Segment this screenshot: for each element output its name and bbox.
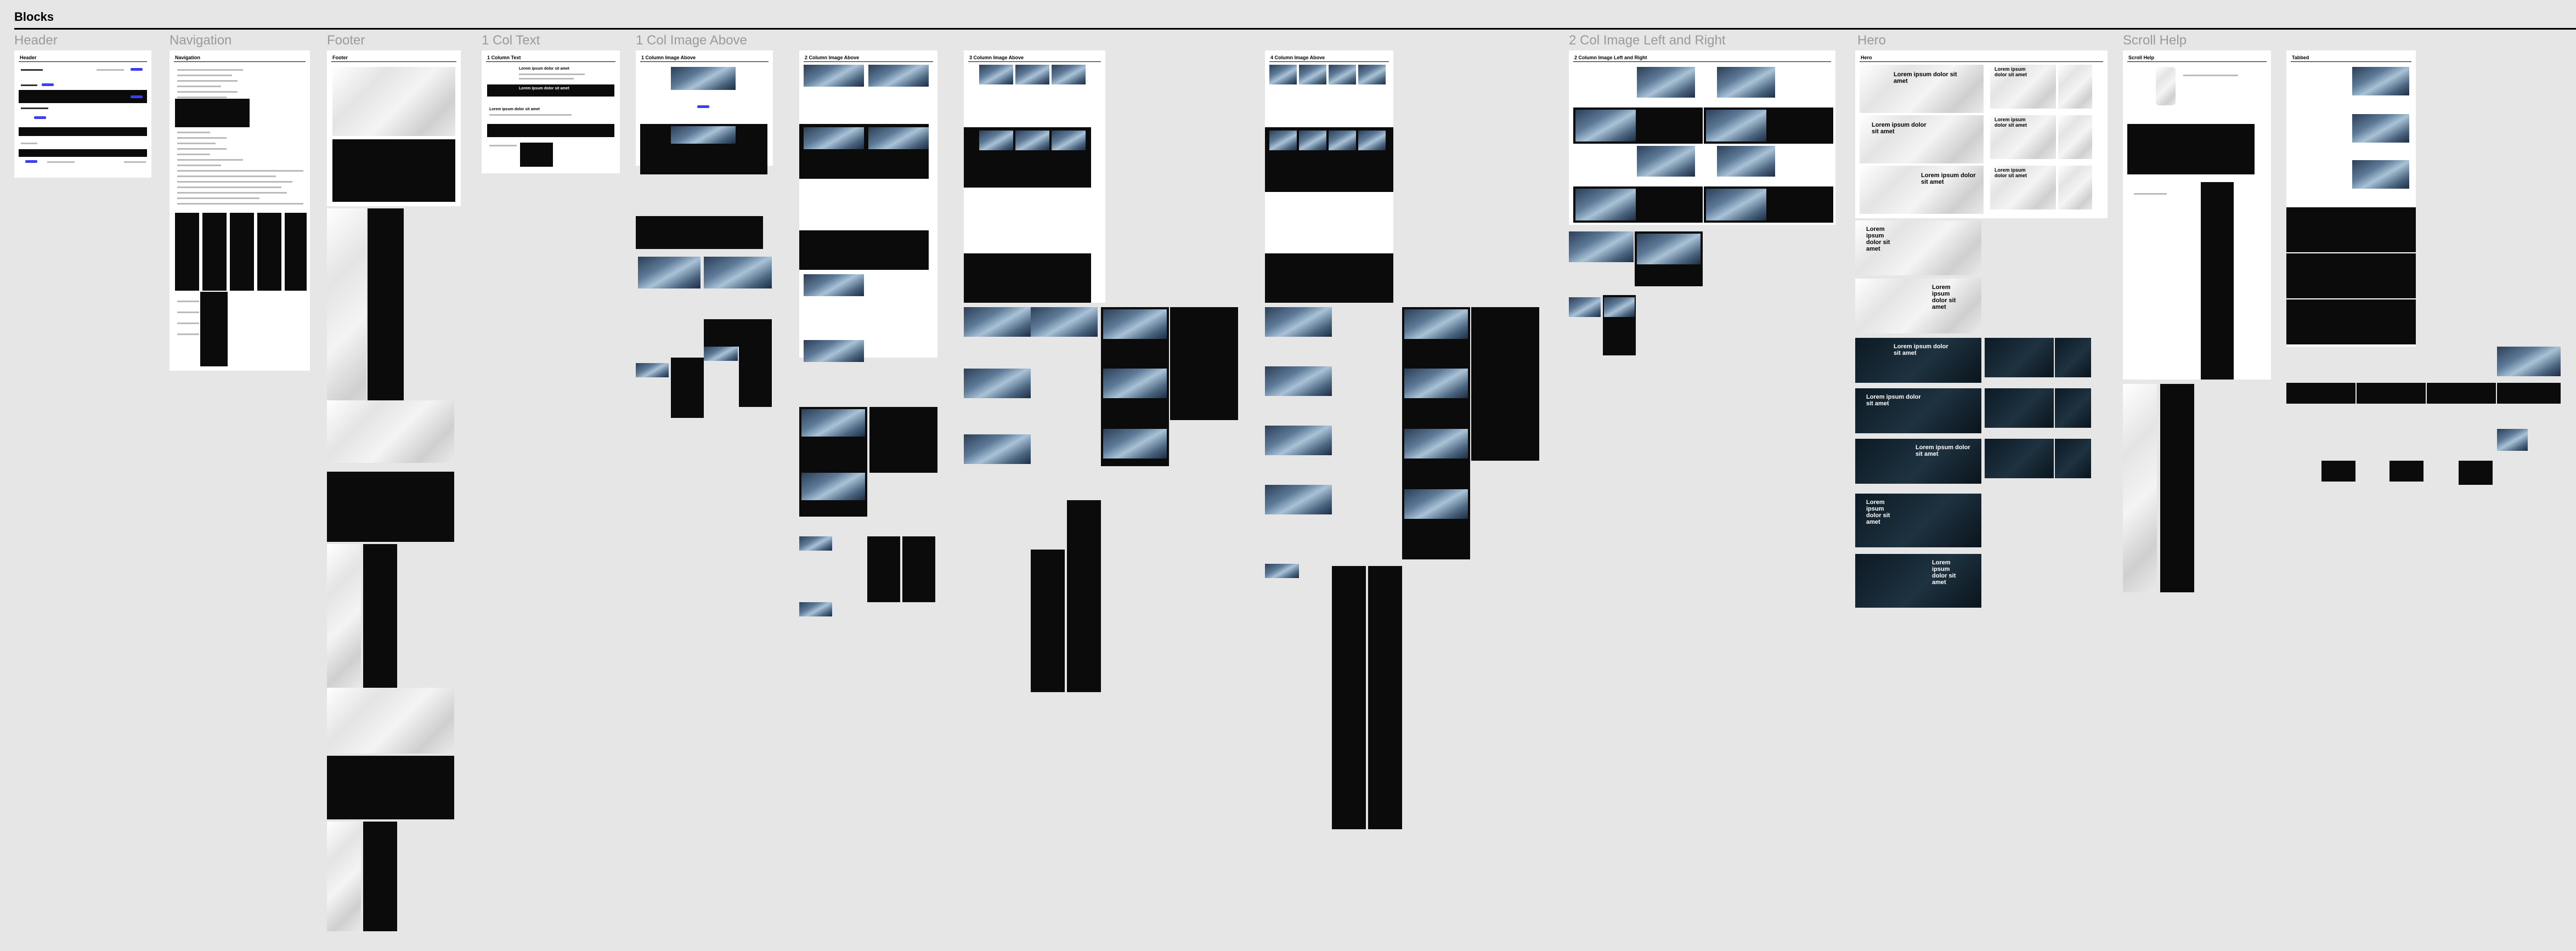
scroll-help-frame-label: Scroll Help: [2128, 55, 2155, 60]
header-frame-label: Header: [20, 55, 37, 60]
divider: [174, 61, 306, 62]
sample-heading: Lorem ipsum dolor sit amet: [489, 107, 540, 111]
divider: [486, 61, 615, 62]
footer-board[interactable]: Footer: [327, 50, 461, 936]
header-frame: Header: [14, 50, 151, 178]
hero-heading: Lorem ipsum dolor sit amet: [1866, 394, 1921, 407]
divider: [1573, 61, 1831, 62]
hero-heading: Lorem ipsum dolor sit amet: [1894, 343, 1948, 357]
footer-frame-label: Footer: [332, 55, 348, 60]
hero-heading: Lorem ipsum dolor sit amet: [1995, 117, 2027, 128]
one-col-text-board[interactable]: 1 Column Text Lorem ipsum dolor sit amet…: [482, 50, 620, 173]
tabbed-frame: Tabbed: [2286, 50, 2416, 347]
footer-frame: Footer: [327, 50, 461, 206]
four-col-image-above-frame: 4 Column Image Above: [1265, 50, 1393, 303]
two-col-image-above-frame-label: 2 Column Image Above: [805, 55, 860, 60]
one-col-text-frame-label: 1 Column Text: [487, 55, 521, 60]
tabbed-board[interactable]: Tabbed: [2286, 50, 2561, 511]
sample-heading: Lorem ipsum dolor sit amet: [519, 67, 569, 71]
column-heading-navigation: Navigation: [170, 33, 232, 48]
hero-frame: Hero Lorem ipsum dolor sit amet Lorem ip…: [1855, 50, 2108, 218]
three-col-image-above-frame: 3 Column Image Above: [964, 50, 1105, 303]
divider: [968, 61, 1101, 62]
hero-heading: Lorem ipsum dolor sit amet: [1921, 172, 1976, 186]
header-board[interactable]: Header: [14, 50, 151, 178]
divider: [2127, 61, 2267, 62]
column-heading-footer: Footer: [327, 33, 365, 48]
column-heading-1-col-text: 1 Col Text: [482, 33, 540, 48]
one-col-image-above-frame-label: 1 Column Image Above: [641, 55, 696, 60]
two-col-image-left-right-frame-label: 2 Column Image Left and Right: [1574, 55, 1647, 60]
hero-heading: Lorem ipsum dolor sit amet: [1916, 444, 1970, 458]
hero-heading: Lorem ipsum dolor sit amet: [1995, 167, 2027, 178]
one-col-text-frame: 1 Column Text Lorem ipsum dolor sit amet…: [482, 50, 620, 173]
hero-heading: Lorem ipsum dolor sit amet: [1932, 284, 1956, 311]
column-heading-hero: Hero: [1857, 33, 1886, 48]
hero-heading: Lorem ipsum dolor sit amet: [1995, 66, 2027, 77]
divider: [640, 61, 769, 62]
navigation-frame: Navigation: [170, 50, 310, 371]
four-col-image-above-frame-label: 4 Column Image Above: [1270, 55, 1325, 60]
column-heading-header: Header: [14, 33, 58, 48]
navigation-board[interactable]: Navigation: [170, 50, 310, 371]
scroll-help-board[interactable]: Scroll Help: [2123, 50, 2271, 593]
two-col-image-left-right-board[interactable]: 2 Column Image Left and Right: [1569, 50, 1838, 369]
four-col-image-above-board[interactable]: 4 Column Image Above: [1265, 50, 1545, 829]
divider: [1269, 61, 1389, 62]
hero-frame-label: Hero: [1861, 55, 1872, 60]
hero-heading: Lorem ipsum dolor sit amet: [1872, 122, 1927, 135]
title-divider: [14, 28, 2576, 30]
tabbed-frame-label: Tabbed: [2292, 55, 2309, 60]
two-col-image-above-board[interactable]: 2 Column Image Above: [799, 50, 937, 670]
two-col-image-above-frame: 2 Column Image Above: [799, 50, 937, 362]
divider: [804, 61, 933, 62]
scroll-help-frame: Scroll Help: [2123, 50, 2271, 380]
page-title: Blocks: [14, 10, 54, 24]
hero-heading: Lorem ipsum dolor sit amet: [1932, 559, 1956, 586]
divider: [19, 61, 147, 62]
hero-heading: Lorem ipsum dolor sit amet: [1866, 226, 1890, 253]
column-heading-1-col-image-above: 1 Col Image Above: [636, 33, 747, 48]
divider: [2291, 61, 2411, 62]
column-heading-2-col-image-left-right: 2 Col Image Left and Right: [1569, 33, 1726, 48]
two-col-image-left-right-frame: 2 Column Image Left and Right: [1569, 50, 1835, 225]
hero-heading: Lorem ipsum dolor sit amet: [1894, 71, 1957, 85]
hero-board[interactable]: Hero Lorem ipsum dolor sit amet Lorem ip…: [1855, 50, 2108, 612]
three-col-image-above-frame-label: 3 Column Image Above: [969, 55, 1024, 60]
one-col-image-above-frame: 1 Column Image Above: [636, 50, 773, 174]
sample-heading: Lorem ipsum dolor sit amet: [519, 87, 569, 90]
three-col-image-above-board[interactable]: 3 Column Image Above: [964, 50, 1238, 698]
one-col-image-above-board[interactable]: 1 Column Image Above: [636, 50, 773, 423]
column-heading-scroll-help: Scroll Help: [2123, 33, 2187, 48]
navigation-frame-label: Navigation: [175, 55, 201, 60]
divider: [331, 61, 456, 62]
divider: [1860, 61, 2103, 62]
hero-heading: Lorem ipsum dolor sit amet: [1866, 499, 1890, 526]
